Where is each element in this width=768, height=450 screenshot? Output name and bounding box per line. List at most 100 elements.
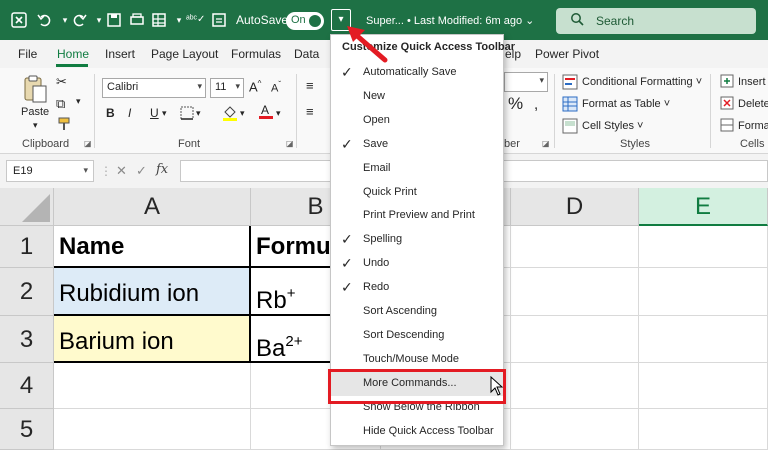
- borders-dropdown-icon[interactable]: ▾: [196, 108, 201, 119]
- cell-e1[interactable]: [639, 226, 768, 268]
- column-header-a[interactable]: A: [54, 188, 251, 226]
- row-header-2[interactable]: 2: [0, 268, 54, 316]
- tab-data[interactable]: Data: [294, 47, 319, 61]
- undo-icon[interactable]: [36, 11, 54, 29]
- tab-file[interactable]: File: [18, 47, 37, 61]
- format-cells-button[interactable]: Forma: [738, 120, 768, 132]
- menu-item-sort-ascending[interactable]: Sort Ascending: [331, 300, 503, 324]
- paste-icon[interactable]: [22, 74, 48, 104]
- cell-d5[interactable]: [511, 409, 639, 450]
- underline-button[interactable]: U: [150, 106, 159, 120]
- underline-dropdown-icon[interactable]: ▾: [162, 108, 167, 119]
- increase-font-size-icon[interactable]: A^: [249, 79, 261, 94]
- cell-a4[interactable]: [54, 363, 251, 409]
- cancel-icon[interactable]: ✕: [116, 163, 127, 179]
- menu-item-automatically-save[interactable]: ✓ Automatically Save: [331, 61, 503, 85]
- format-painter-icon[interactable]: [56, 116, 72, 135]
- insert-function-button[interactable]: fx: [156, 162, 168, 177]
- cell-styles-icon[interactable]: [562, 118, 578, 137]
- enter-icon[interactable]: ✓: [136, 163, 147, 179]
- cell-a1[interactable]: Name: [54, 226, 251, 268]
- font-color-icon[interactable]: A: [258, 102, 274, 123]
- chevron-down-icon: ▾: [539, 75, 544, 85]
- row-header-3[interactable]: 3: [0, 316, 54, 363]
- italic-button[interactable]: I: [128, 106, 131, 120]
- redo-icon[interactable]: [70, 11, 88, 29]
- conditional-formatting-icon[interactable]: [562, 74, 578, 93]
- tab-insert[interactable]: Insert: [105, 47, 135, 61]
- table-icon[interactable]: [150, 11, 168, 29]
- tab-power-pivot[interactable]: Power Pivot: [535, 47, 599, 61]
- cut-icon[interactable]: ✂: [56, 74, 67, 90]
- save-icon[interactable]: [105, 11, 123, 29]
- font-name-select[interactable]: Calibri ▾: [102, 78, 206, 98]
- row-header-1[interactable]: 1: [0, 226, 54, 268]
- format-as-table-icon[interactable]: [562, 96, 578, 115]
- decrease-font-size-icon[interactable]: Aˇ: [271, 80, 281, 95]
- search-box[interactable]: Search: [556, 8, 756, 34]
- align-left-icon[interactable]: ≡: [306, 104, 314, 119]
- copy-icon[interactable]: ⧉: [56, 96, 65, 112]
- menu-item-new[interactable]: New: [331, 85, 503, 109]
- percent-style-button[interactable]: %: [508, 94, 523, 114]
- cell-d1[interactable]: [511, 226, 639, 268]
- column-header-d[interactable]: D: [511, 188, 639, 226]
- autosave-toggle[interactable]: On: [286, 12, 324, 30]
- insert-cells-button[interactable]: Insert: [738, 76, 766, 88]
- row-header-5[interactable]: 5: [0, 409, 54, 450]
- menu-item-hide-quick-access-toolbar[interactable]: Hide Quick Access Toolbar: [331, 420, 503, 444]
- cell-a3[interactable]: Barium ion: [54, 316, 251, 363]
- delete-cells-button[interactable]: Delete: [738, 98, 768, 110]
- sort-icon[interactable]: [210, 11, 228, 29]
- cell-e2[interactable]: [639, 268, 768, 316]
- cell-styles-button[interactable]: Cell Styles ˅: [582, 120, 643, 132]
- cell-e3[interactable]: [639, 316, 768, 363]
- menu-item-email[interactable]: Email: [331, 157, 503, 181]
- column-header-e[interactable]: E: [639, 188, 768, 226]
- insert-cells-icon[interactable]: [720, 74, 734, 91]
- fill-color-icon[interactable]: [222, 104, 238, 125]
- cell-d4[interactable]: [511, 363, 639, 409]
- document-title[interactable]: Super... • Last Modified: 6m ago ⌄: [366, 14, 534, 27]
- font-launcher-icon[interactable]: ◪: [286, 139, 294, 148]
- align-top-icon[interactable]: ≡: [306, 78, 314, 93]
- quick-print-icon[interactable]: [128, 11, 146, 29]
- format-cells-icon[interactable]: [720, 118, 734, 135]
- number-format-select[interactable]: ▾: [504, 72, 548, 92]
- menu-item-print-preview-and-print[interactable]: Print Preview and Print: [331, 204, 503, 228]
- bold-button[interactable]: B: [106, 106, 115, 120]
- menu-item-sort-descending[interactable]: Sort Descending: [331, 324, 503, 348]
- copy-dropdown-icon[interactable]: ▾: [76, 96, 81, 107]
- delete-cells-icon[interactable]: [720, 96, 734, 113]
- cell-d2[interactable]: [511, 268, 639, 316]
- cell-d3[interactable]: [511, 316, 639, 363]
- menu-item-quick-print[interactable]: Quick Print: [331, 181, 503, 205]
- name-box[interactable]: E19 ▾: [6, 160, 94, 182]
- cell-e4[interactable]: [639, 363, 768, 409]
- format-as-table-button[interactable]: Format as Table ˅: [582, 98, 670, 110]
- cell-a5[interactable]: [54, 409, 251, 450]
- cell-e5[interactable]: [639, 409, 768, 450]
- tab-home[interactable]: Home: [57, 47, 89, 61]
- font-size-select[interactable]: 11 ▾: [210, 78, 244, 98]
- spelling-icon[interactable]: ᵃᵇᶜ✓: [186, 11, 205, 29]
- row-header-4[interactable]: 4: [0, 363, 54, 409]
- menu-item-undo[interactable]: ✓ Undo: [331, 252, 503, 276]
- menu-item-spelling[interactable]: ✓ Spelling: [331, 228, 503, 252]
- paste-label[interactable]: Paste: [21, 106, 49, 118]
- tab-formulas[interactable]: Formulas: [231, 47, 281, 61]
- select-all-corner[interactable]: [0, 188, 54, 226]
- comma-style-button[interactable]: ,: [534, 96, 538, 113]
- conditional-formatting-button[interactable]: Conditional Formatting ˅: [582, 76, 702, 88]
- tab-page-layout[interactable]: Page Layout: [151, 47, 218, 61]
- fill-color-dropdown-icon[interactable]: ▾: [240, 108, 245, 119]
- menu-item-open[interactable]: Open: [331, 109, 503, 133]
- clipboard-launcher-icon[interactable]: ◪: [84, 139, 92, 148]
- menu-item-redo[interactable]: ✓ Redo: [331, 276, 503, 300]
- cell-a2[interactable]: Rubidium ion: [54, 268, 251, 316]
- menu-item-save[interactable]: ✓ Save: [331, 133, 503, 157]
- font-color-dropdown-icon[interactable]: ▾: [276, 108, 281, 119]
- borders-icon[interactable]: [180, 106, 194, 123]
- number-launcher-icon[interactable]: ◪: [542, 139, 550, 148]
- paste-dropdown-icon[interactable]: ▾: [33, 120, 38, 131]
